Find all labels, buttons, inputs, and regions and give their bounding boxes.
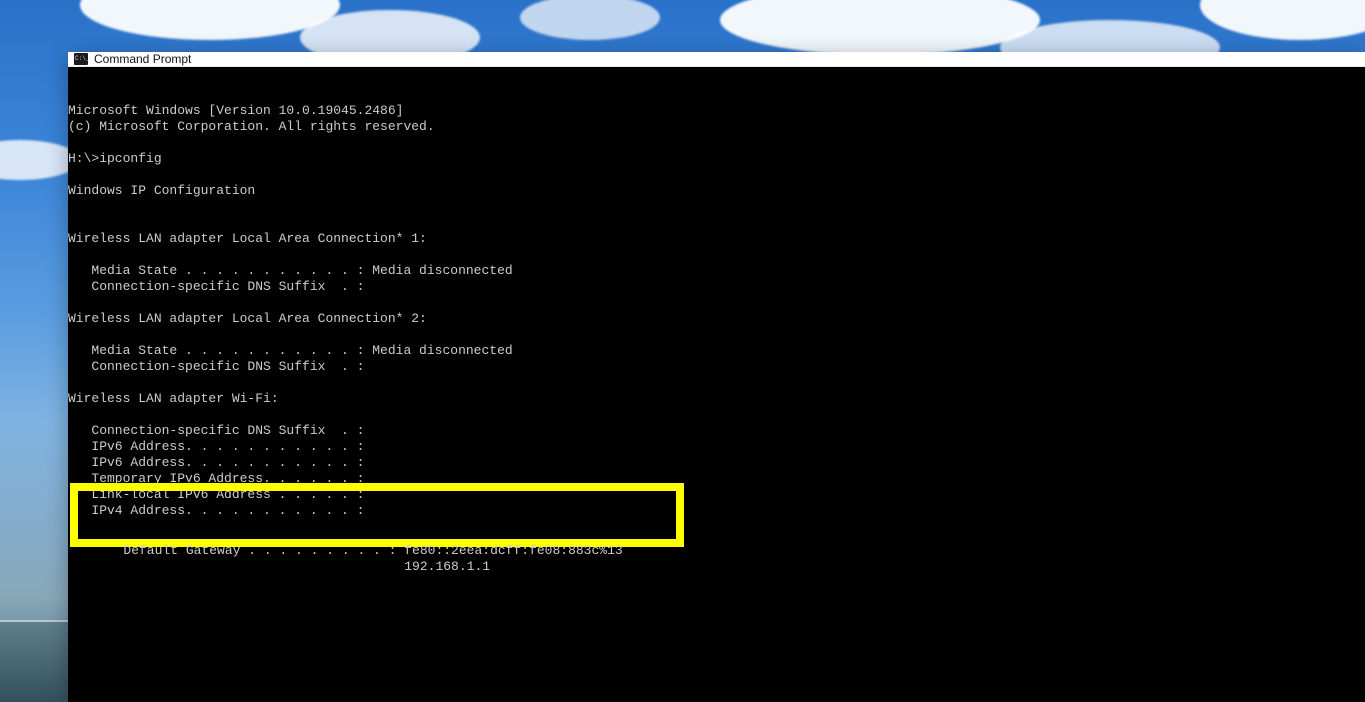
command-prompt-window: Command Prompt Microsoft Windows [Versio… xyxy=(68,52,1365,702)
gateway-line-2: 192.168.1.1 xyxy=(98,559,492,574)
cmd-icon xyxy=(74,53,88,65)
window-title: Command Prompt xyxy=(94,52,191,66)
terminal-output[interactable]: Microsoft Windows [Version 10.0.19045.24… xyxy=(68,67,1365,702)
desktop-background: Command Prompt Microsoft Windows [Versio… xyxy=(0,0,1365,702)
terminal-lines-before: Microsoft Windows [Version 10.0.19045.24… xyxy=(68,103,1365,519)
highlight-spacer xyxy=(68,631,1365,701)
titlebar[interactable]: Command Prompt xyxy=(68,52,1365,67)
cloud-decor xyxy=(520,0,660,40)
cloud-decor xyxy=(720,0,1040,55)
cloud-decor xyxy=(1200,0,1365,40)
gateway-line-1: Default Gateway . . . . . . . . . : fe80… xyxy=(98,543,625,558)
